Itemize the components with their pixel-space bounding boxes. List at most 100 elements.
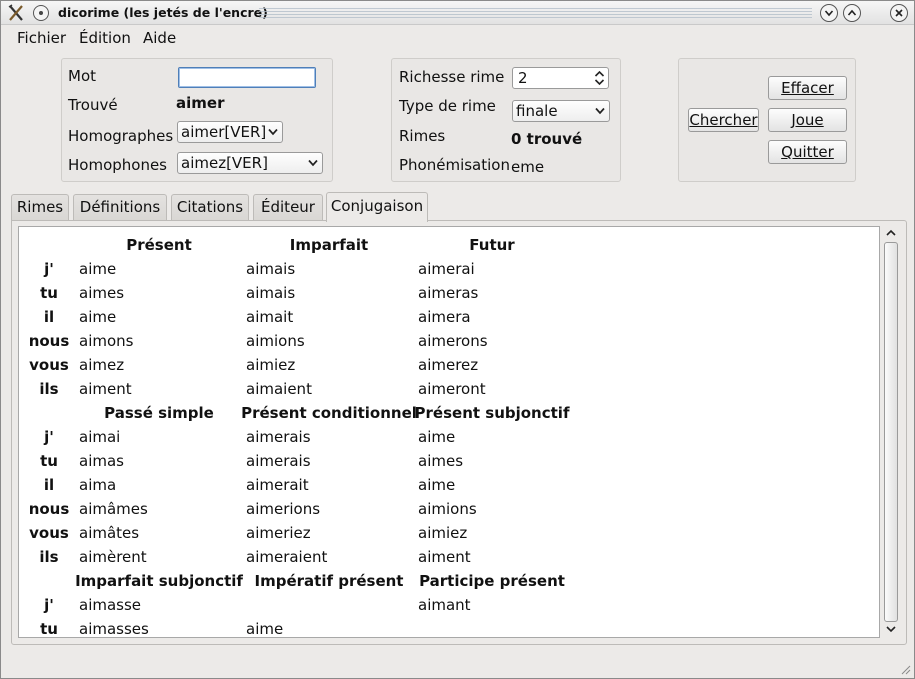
pronoun-cell: vous [29, 524, 69, 542]
conjugation-cell: aimerons [418, 332, 488, 350]
title-decoration [259, 8, 812, 19]
tense-header: Présent [126, 236, 192, 254]
conjugation-cell: aimerait [246, 476, 309, 494]
menu-bar: Fichier Édition Aide [1, 26, 914, 50]
type-rime-select[interactable]: finale [512, 100, 610, 122]
conjugation-cell: aimas [79, 452, 124, 470]
pronoun-cell: il [43, 476, 55, 494]
chevron-down-icon [308, 159, 318, 167]
joue-button[interactable]: Joue [768, 108, 847, 132]
conjugation-cell: aimasses [79, 620, 149, 638]
pronoun-cell: ils [39, 380, 59, 398]
tense-header: Participe présent [419, 572, 565, 590]
conjugation-cell: aimes [79, 284, 125, 302]
type-rime-value: finale [516, 102, 558, 120]
conjugation-cell: aime [246, 620, 284, 638]
type-rime-label: Type de rime [399, 97, 496, 115]
homographes-label: Homographes [68, 127, 174, 145]
conjugation-cell: aimerez [418, 356, 479, 374]
conjugation-cell: aime [418, 476, 456, 494]
tab-citations[interactable]: Citations [171, 194, 249, 220]
conjugation-cell: aime [79, 260, 117, 278]
conjugation-cell: aimant [418, 596, 471, 614]
conjugation-cell: aime [418, 428, 456, 446]
conjugation-cell: aimiez [246, 356, 296, 374]
pronoun-cell: j' [44, 260, 54, 278]
conjugation-cell: aimes [418, 452, 464, 470]
pronoun-cell: j' [44, 428, 54, 446]
tense-header: Présent subjonctif [414, 404, 570, 422]
close-icon[interactable] [890, 4, 908, 22]
conjugation-cell: aimions [246, 332, 305, 350]
resize-grip-icon[interactable] [899, 663, 911, 675]
conjugation-cell: aima [79, 476, 117, 494]
conjugation-cell: aimait [246, 308, 294, 326]
conjugation-cell: aimais [246, 284, 296, 302]
homophones-label: Homophones [68, 156, 168, 174]
tab-rimes[interactable]: Rimes [11, 194, 69, 220]
richesse-spinbox[interactable]: 2 [512, 67, 609, 89]
pronoun-cell: nous [28, 500, 70, 518]
conjugation-cell: aimeras [418, 284, 479, 302]
mot-input[interactable] [178, 67, 316, 88]
menu-edition[interactable]: Édition [79, 29, 131, 47]
window-menu-icon[interactable] [33, 5, 49, 21]
vertical-scrollbar[interactable] [881, 226, 901, 638]
conjugation-cell: aimions [418, 500, 477, 518]
app-window: dicorime (les jetés de l'encre) Fichier … [0, 0, 915, 679]
conjugation-cell: aimerions [246, 500, 321, 518]
conjugation-cell: aiment [418, 548, 471, 566]
trouve-value: aimer [176, 94, 225, 112]
conjugation-cell: aime [79, 308, 117, 326]
tense-header: Imparfait [289, 236, 369, 254]
menu-aide[interactable]: Aide [143, 29, 176, 47]
pronoun-cell: nous [28, 332, 70, 350]
conjugation-cell: aimiez [418, 524, 468, 542]
tense-header: Impératif présent [254, 572, 404, 590]
tab-editeur[interactable]: Éditeur [253, 194, 323, 220]
maximize-icon[interactable] [843, 4, 861, 22]
conjugation-cell: aimeriez [246, 524, 311, 542]
homophones-value: aimez[VER] [181, 154, 268, 172]
homographes-select[interactable]: aimer[VER] [177, 121, 283, 143]
spin-arrows-icon[interactable] [594, 70, 605, 86]
pronoun-cell: tu [40, 452, 58, 470]
effacer-button[interactable]: Effacer [768, 76, 847, 100]
richesse-label: Richesse rime [399, 68, 505, 86]
mot-label: Mot [68, 67, 97, 85]
conjugation-cell: aimais [246, 260, 296, 278]
chercher-button[interactable]: Chercher [688, 108, 759, 132]
conjugation-cell: aimaient [246, 380, 312, 398]
tab-definitions[interactable]: Définitions [73, 194, 167, 220]
tense-header: Passé simple [104, 404, 214, 422]
chevron-down-icon [268, 128, 278, 136]
conjugation-cell: aimera [418, 308, 471, 326]
conjugation-cell: aimerai [418, 260, 475, 278]
conjugation-cell: aimèrent [79, 548, 147, 566]
tab-conjugaison[interactable]: Conjugaison [326, 192, 428, 222]
quitter-button[interactable]: Quitter [768, 140, 847, 164]
window-title: dicorime (les jetés de l'encre) [58, 5, 268, 20]
menu-fichier[interactable]: Fichier [17, 29, 66, 47]
pronoun-cell: vous [29, 356, 69, 374]
pronoun-cell: il [43, 308, 55, 326]
pronoun-cell: ils [39, 548, 59, 566]
scroll-down-icon[interactable] [884, 624, 898, 634]
minimize-icon[interactable] [820, 4, 838, 22]
trouve-label: Trouvé [68, 96, 118, 114]
app-icon [8, 4, 23, 21]
phonemisation-label: Phonémisation [399, 156, 510, 174]
scroll-up-icon[interactable] [884, 228, 898, 238]
conjugation-cell: aimeraient [246, 548, 328, 566]
conjugation-cell: aimons [79, 332, 134, 350]
pronoun-cell: tu [40, 620, 58, 638]
rimes-count: 0 trouvé [511, 130, 583, 148]
homophones-select[interactable]: aimez[VER] [177, 152, 323, 174]
conjugation-view: Présent Imparfait Futur j' aime aimais aimerai… [18, 226, 880, 638]
pronoun-cell: j' [44, 596, 54, 614]
conjugation-cell: aimeront [418, 380, 486, 398]
scrollbar-thumb[interactable] [884, 242, 898, 622]
conjugation-cell: aimâtes [79, 524, 140, 542]
tense-header: Futur [469, 236, 515, 254]
pronoun-cell: tu [40, 284, 58, 302]
